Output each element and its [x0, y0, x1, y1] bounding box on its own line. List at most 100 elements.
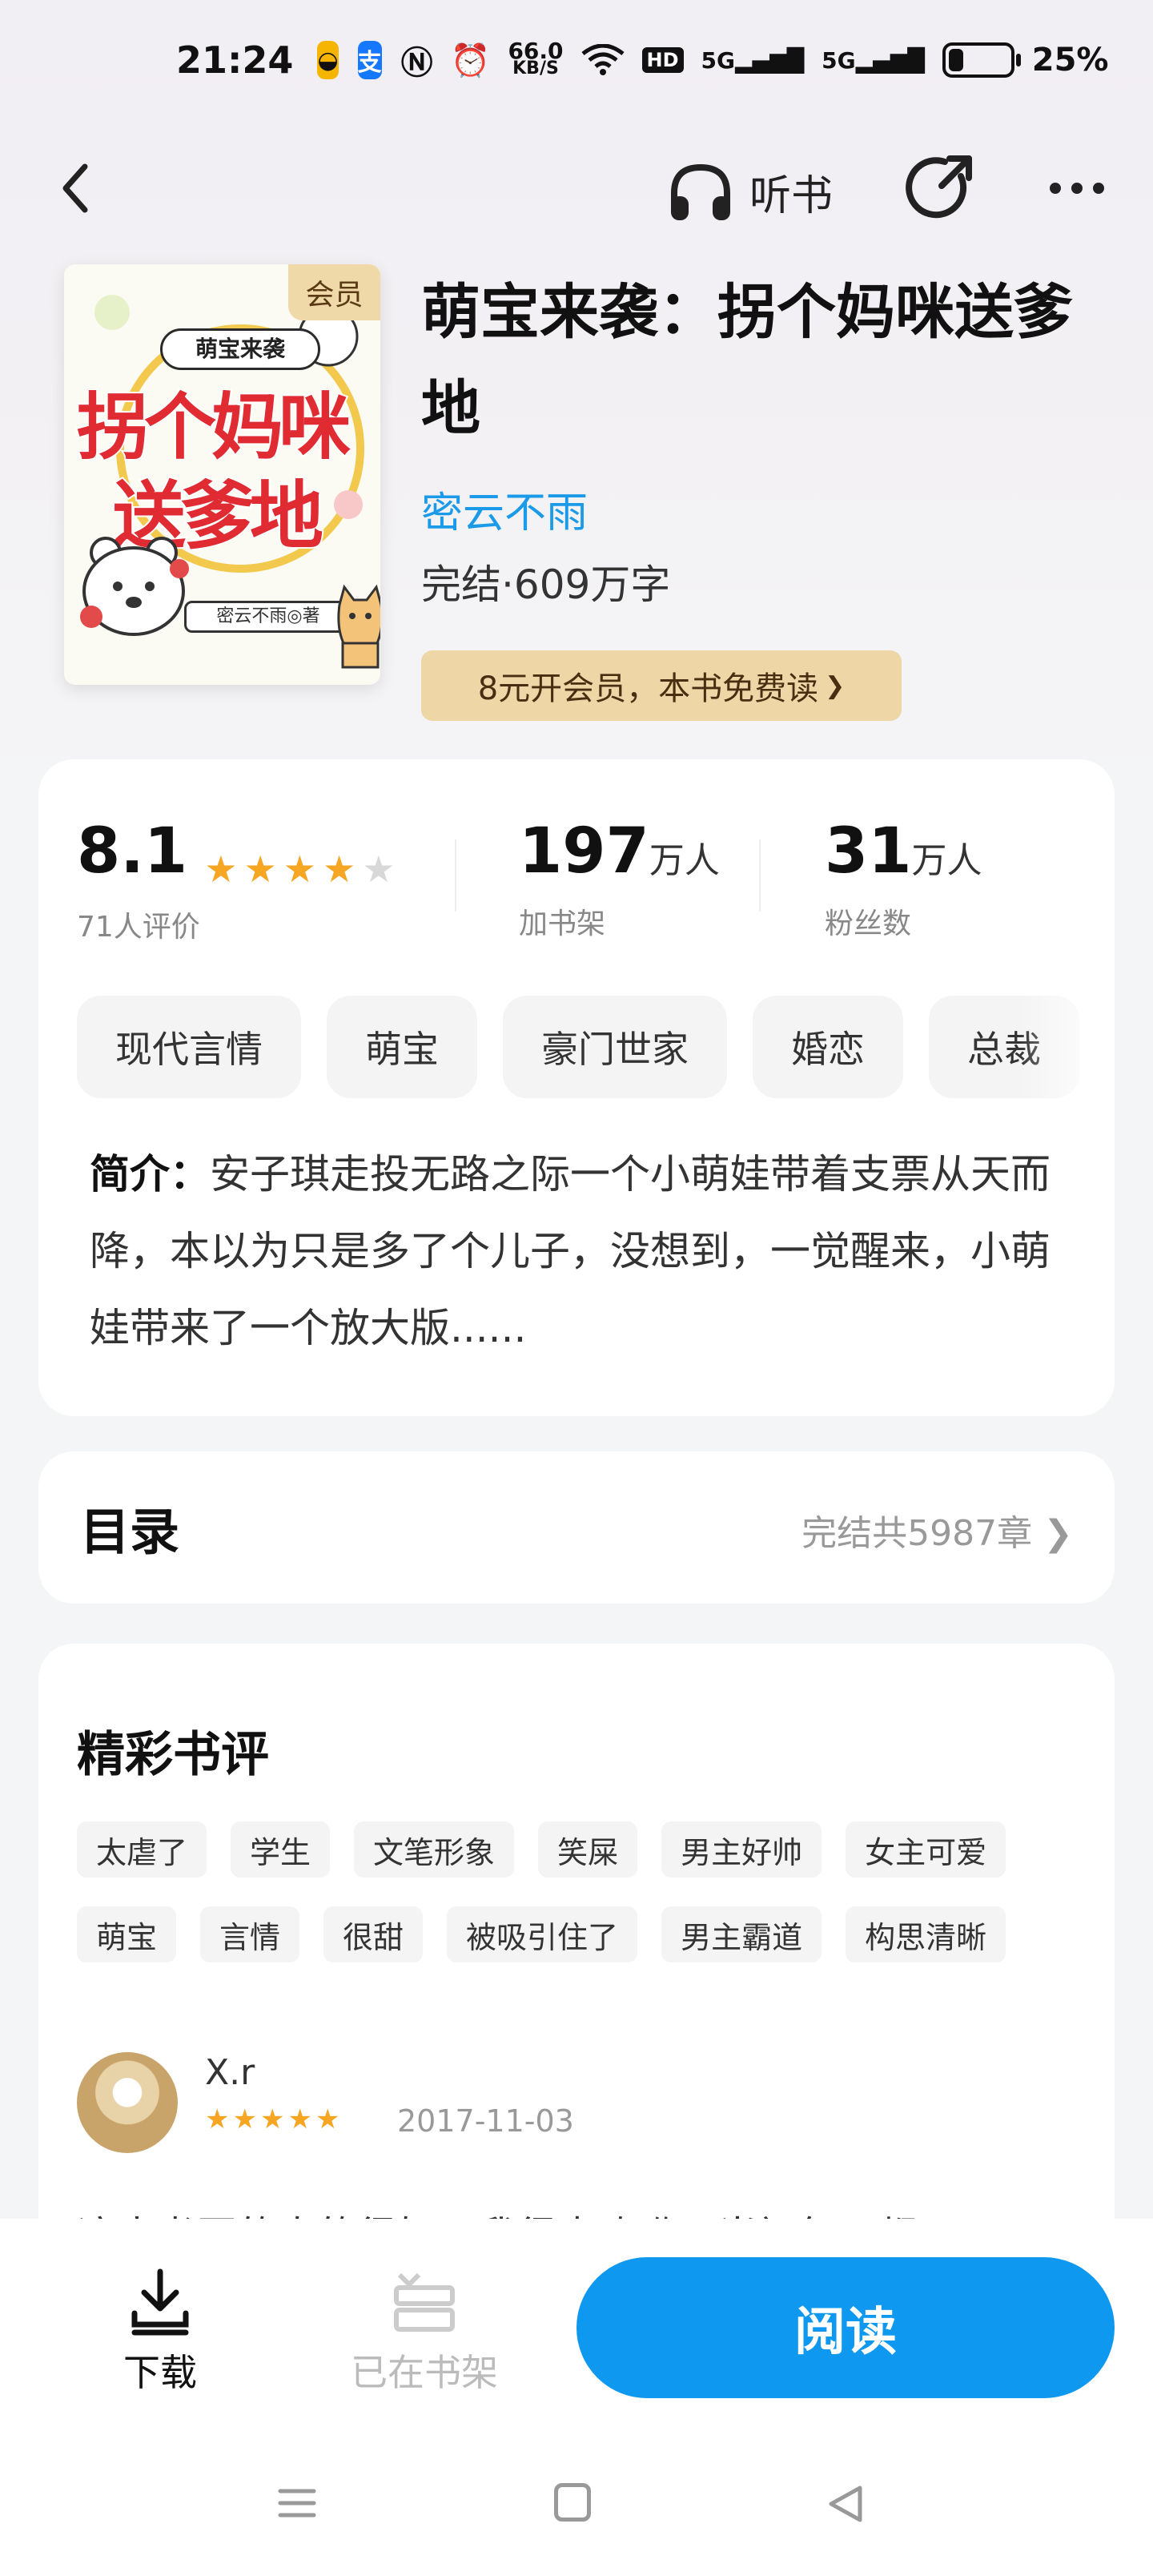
battery-percent: 25% — [1031, 42, 1109, 78]
network-speed: 66.0 KB/S — [508, 38, 564, 78]
fans-unit: 万人 — [911, 840, 982, 881]
listen-label: 听书 — [749, 171, 834, 220]
star-icon: ★ — [323, 847, 356, 891]
star-icon: ★ — [283, 847, 317, 891]
review-tag[interactable]: 学生 — [231, 1821, 331, 1878]
nfc-icon: Ⓝ — [400, 45, 433, 82]
genre-tag[interactable]: 萌宝 — [327, 996, 477, 1098]
headphones-icon — [671, 163, 730, 220]
toc-chapter-count: 完结共5987章 ❯ — [801, 1513, 1073, 1554]
signal-2-label: 5G — [822, 46, 856, 74]
top-nav: 听书 — [0, 144, 1153, 232]
back-triangle-icon[interactable] — [825, 2483, 866, 2525]
rating-value: 8.1 — [77, 815, 188, 888]
hd-badge: HD — [641, 47, 684, 73]
share-icon[interactable] — [905, 152, 977, 224]
signal-1-icon: 5G▂▄▆█ — [701, 46, 805, 74]
menu-icon[interactable] — [277, 2483, 317, 2523]
status-bar: 21:24 ◒ 支 Ⓝ ⏰ 66.0 KB/S HD 5G▂▄▆█ 5G▂▄▆█… — [0, 0, 1153, 120]
more-options-icon[interactable] — [1041, 152, 1113, 224]
genre-tag[interactable]: 现代言情 — [77, 996, 301, 1098]
review-tag[interactable]: 被吸引住了 — [447, 1906, 638, 1962]
star-icon: ★ — [232, 2103, 257, 2135]
review-stars: ★ ★ ★ ★ ★ — [205, 2103, 339, 2135]
book-author-link[interactable]: 密云不雨 — [421, 479, 588, 539]
reviewer-avatar[interactable] — [77, 2052, 178, 2153]
cat-illustration — [337, 584, 380, 669]
star-icon: ★ — [287, 2103, 312, 2135]
status-time: 21:24 — [176, 38, 294, 82]
download-icon — [131, 2268, 189, 2336]
vip-offer-button[interactable]: 8元开会员，本书免费读 ❯ — [421, 650, 902, 721]
genre-tag[interactable]: 豪门世家 — [503, 996, 727, 1098]
bookshelf-label: 已在书架 — [351, 2351, 498, 2394]
shelf-stat: 197万人 加书架 — [519, 815, 720, 942]
star-icon: ★ — [259, 2103, 285, 2135]
review-tag[interactable]: 言情 — [200, 1906, 300, 1962]
rating-stat[interactable]: 8.1 ★ ★ ★ ★ ★ 71人评价 — [77, 815, 396, 945]
battery-level — [948, 49, 964, 71]
intro-text: 安子琪走投无路之际一个小萌娃带着支票从天而降，本以为只是多了个儿子，没想到，一觉… — [90, 1151, 1051, 1351]
rating-count: 71人评价 — [77, 910, 200, 944]
genre-tags: 现代言情 萌宝 豪门世家 婚恋 总裁 — [77, 996, 1115, 1100]
review-tag[interactable]: 男主霸道 — [661, 1906, 822, 1962]
app-notification-icon: ◒ — [317, 41, 339, 79]
listen-button[interactable]: 听书 — [665, 155, 833, 227]
book-meta: 完结·609万字 — [421, 561, 671, 608]
chevron-right-icon: ❯ — [825, 671, 846, 700]
network-speed-value: 66.0 — [508, 38, 564, 64]
cover-small-title: 萌宝来袭 — [160, 328, 320, 370]
review-tag[interactable]: 笑屎 — [538, 1821, 638, 1878]
vip-badge: 会员 — [288, 264, 380, 320]
signal-1-label: 5G — [701, 46, 736, 74]
review-tag[interactable]: 太虐了 — [77, 1821, 207, 1878]
alarm-icon: ⏰ — [450, 42, 491, 79]
shelf-label: 加书架 — [519, 908, 606, 940]
review-tag[interactable]: 文笔形象 — [354, 1821, 515, 1878]
review-tag[interactable]: 很甜 — [323, 1906, 424, 1962]
back-arrow-icon[interactable] — [45, 152, 109, 224]
review-tag[interactable]: 萌宝 — [77, 1906, 177, 1962]
star-icon: ★ — [204, 847, 238, 891]
battery-icon — [942, 42, 1021, 78]
reviews-title: 精彩书评 — [77, 1727, 269, 1783]
star-icon: ★ — [362, 847, 396, 891]
star-icon: ★ — [205, 2103, 230, 2135]
stat-divider — [759, 839, 761, 912]
review-tag[interactable]: 女主可爱 — [846, 1821, 1006, 1878]
vip-offer-label: 8元开会员，本书免费读 — [477, 670, 819, 707]
signal-2-icon: 5G▂▄▆█ — [822, 46, 925, 74]
review-date: 2017-11-03 — [397, 2103, 574, 2139]
download-label: 下载 — [123, 2351, 197, 2394]
bookshelf-button[interactable]: 已在书架 — [344, 2267, 504, 2397]
toc-card[interactable]: 目录 完结共5987章 ❯ — [38, 1451, 1115, 1604]
wifi-icon — [581, 44, 625, 75]
network-speed-unit: KB/S — [512, 58, 559, 78]
read-button[interactable]: 阅读 — [576, 2257, 1115, 2398]
bookshelf-icon — [394, 2272, 455, 2332]
review-tag[interactable]: 构思清晰 — [846, 1906, 1006, 1962]
star-icon: ★ — [243, 847, 277, 891]
book-intro[interactable]: 简介：安子琪走投无路之际一个小萌娃带着支票从天而降，本以为只是多了个儿子，没想到… — [90, 1136, 1083, 1366]
fans-count: 31 — [825, 815, 912, 888]
download-button[interactable]: 下载 — [120, 2267, 200, 2397]
cover-author-tag: 密云不雨◎著 — [184, 601, 352, 633]
shelf-count: 197 — [519, 815, 649, 888]
genre-tag[interactable]: 婚恋 — [753, 996, 903, 1098]
book-title: 萌宝来袭：拐个妈咪送爹地 — [421, 278, 1073, 443]
shelf-unit: 万人 — [649, 840, 720, 881]
bear-illustration — [80, 537, 189, 636]
tags-fade-overlay — [1018, 996, 1115, 1100]
alipay-notification-icon: 支 — [357, 41, 382, 79]
rating-stars: ★ ★ ★ ★ ★ — [204, 847, 395, 891]
review-tags: 太虐了 学生 文笔形象 笑屎 男主好帅 女主可爱 萌宝 言情 很甜 被吸引住了 … — [77, 1821, 1086, 1962]
star-icon: ★ — [315, 2103, 340, 2135]
home-icon[interactable] — [554, 2483, 591, 2522]
review-tag[interactable]: 男主好帅 — [661, 1821, 822, 1878]
book-cover[interactable]: 萌宝来袭 拐个妈咪 送爹地 密云不雨◎著 会员 — [64, 264, 380, 685]
intro-label: 简介： — [90, 1151, 210, 1197]
toc-title: 目录 — [80, 1503, 180, 1561]
reviewer-name[interactable]: X.r — [205, 2052, 255, 2093]
fans-stat[interactable]: 31万人 粉丝数 — [825, 815, 982, 942]
system-nav-bar — [0, 2451, 1153, 2563]
